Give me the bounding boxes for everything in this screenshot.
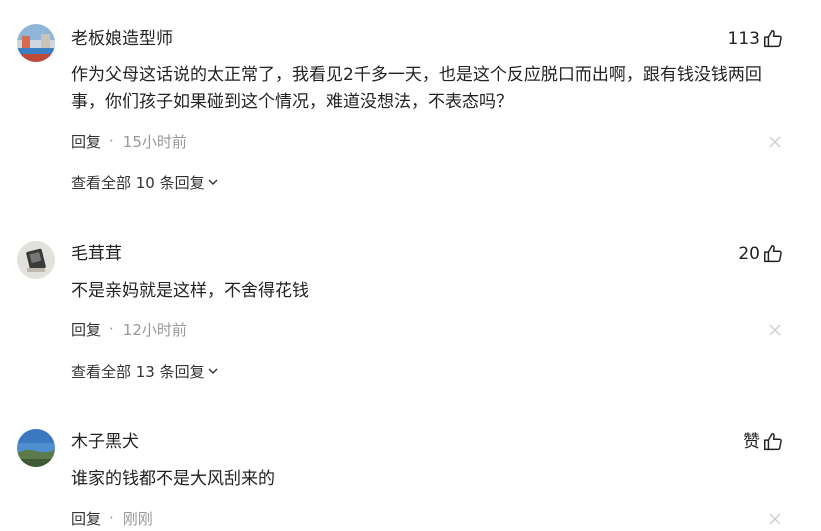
comment-content: 不是亲妈就是这样，不舍得花钱 <box>71 281 309 301</box>
chevron-down-icon <box>208 368 218 374</box>
reply-button[interactable]: 回复 <box>71 319 101 340</box>
comment-meta: 回复 · 刚刚 <box>71 508 153 528</box>
reply-button[interactable]: 回复 <box>71 508 101 529</box>
username[interactable]: 毛茸茸 <box>71 243 122 265</box>
meta-separator: · <box>109 132 114 150</box>
like-button[interactable]: 20 <box>738 242 784 266</box>
chevron-down-icon <box>208 179 218 185</box>
comment-time: 12小时前 <box>122 320 187 339</box>
user-avatar[interactable] <box>17 241 55 279</box>
like-button[interactable]: 赞 <box>743 430 784 454</box>
reply-button[interactable]: 回复 <box>71 131 101 152</box>
view-replies-link[interactable]: 查看全部 13 条回复 <box>71 361 219 381</box>
view-replies-label: 查看全部 13 条回复 <box>71 362 205 381</box>
comment-time: 刚刚 <box>122 509 153 528</box>
user-avatar[interactable] <box>17 24 55 62</box>
thumbs-up-icon <box>764 245 782 263</box>
like-count: 113 <box>727 29 760 49</box>
meta-separator: · <box>109 509 114 527</box>
comment-meta: 回复 · 12小时前 <box>71 319 187 339</box>
comment-meta: 回复 · 15小时前 <box>71 131 187 151</box>
meta-separator: · <box>109 320 114 338</box>
close-icon[interactable] <box>768 323 782 337</box>
view-replies-link[interactable]: 查看全部 10 条回复 <box>71 172 219 192</box>
thumbs-up-icon <box>764 30 782 48</box>
comment-time: 15小时前 <box>122 132 187 151</box>
view-replies-label: 查看全部 10 条回复 <box>71 173 205 192</box>
thumbs-up-icon <box>764 433 782 451</box>
user-avatar[interactable] <box>17 429 55 467</box>
like-count: 20 <box>738 244 760 264</box>
close-icon[interactable] <box>768 135 782 149</box>
username[interactable]: 老板娘造型师 <box>71 28 173 50</box>
like-button[interactable]: 113 <box>728 27 784 51</box>
like-label: 赞 <box>743 432 760 452</box>
comment-content: 作为父母这话说的太正常了，我看见2千多一天，也是这个反应脱口而出啊，跟有钱没钱两… <box>71 65 762 112</box>
username[interactable]: 木子黑犬 <box>71 431 139 453</box>
close-icon[interactable] <box>768 512 782 526</box>
comment-content: 谁家的钱都不是大风刮来的 <box>71 469 275 489</box>
